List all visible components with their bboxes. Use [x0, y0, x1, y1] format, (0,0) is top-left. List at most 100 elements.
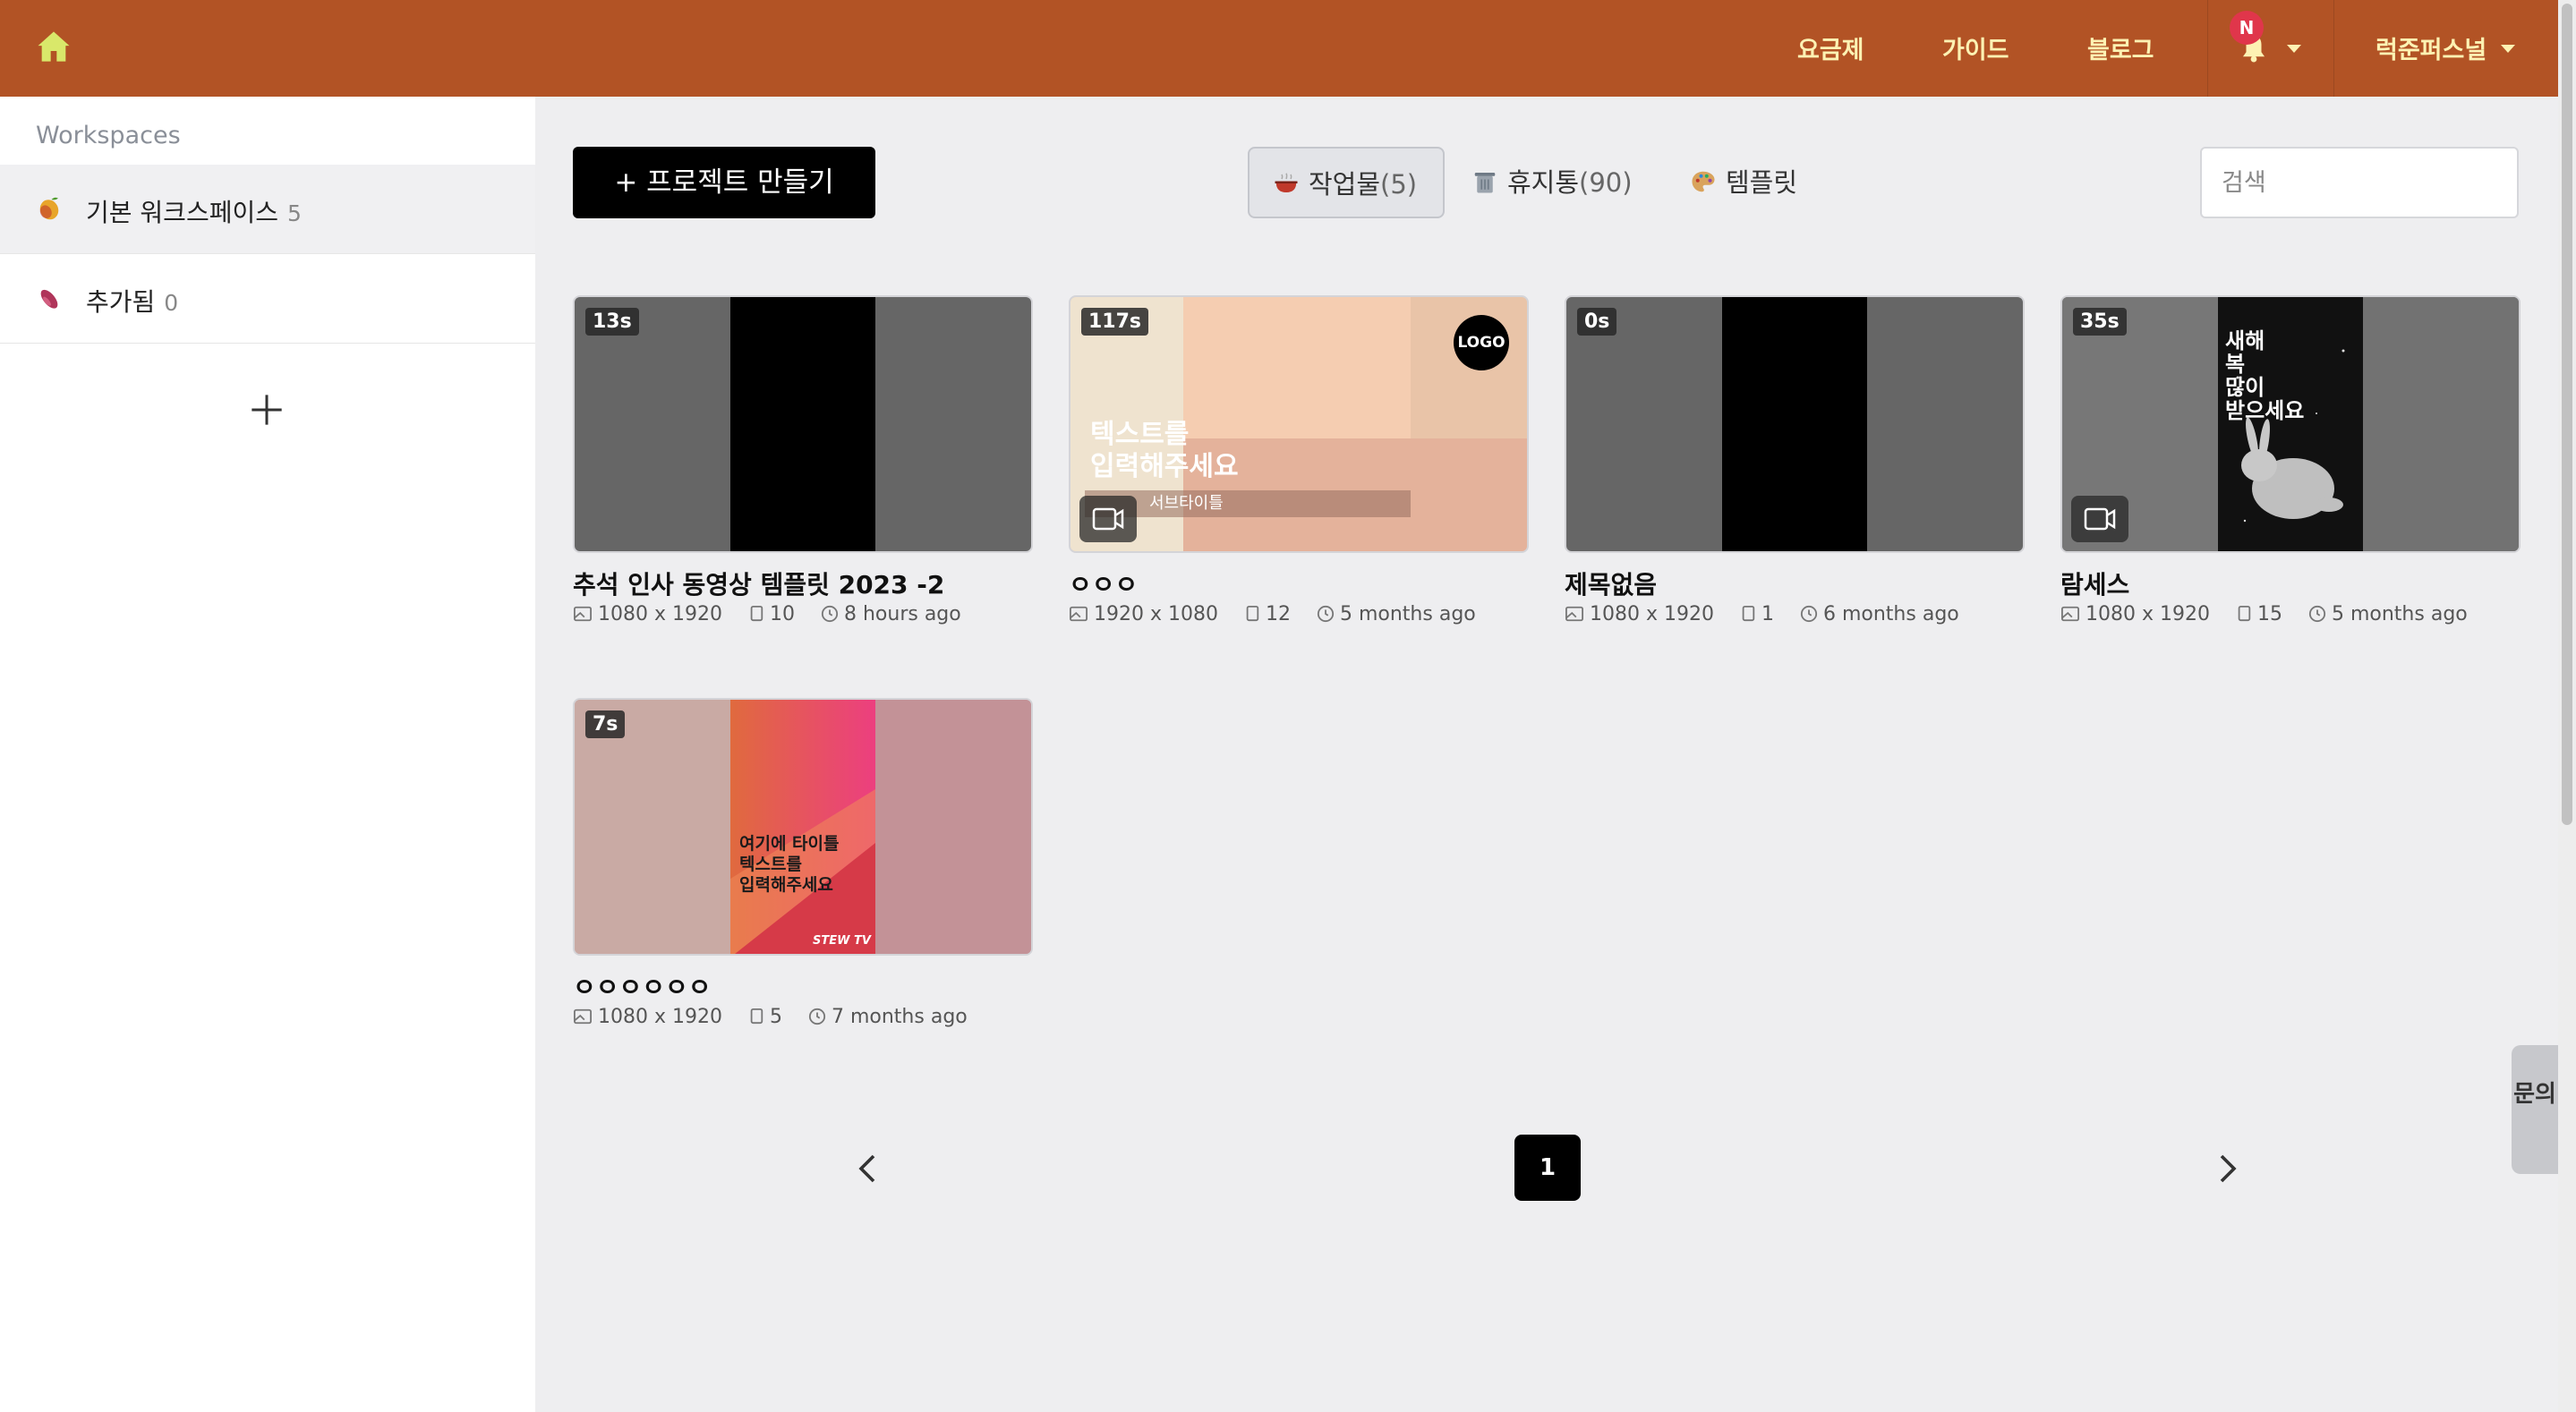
video-icon — [1079, 496, 1137, 542]
project-time: 5 months ago — [2331, 603, 2468, 625]
chevron-down-icon — [2287, 45, 2301, 53]
scrollbar[interactable] — [2558, 0, 2576, 1412]
project-card[interactable]: 새해 복 많이 받으세요 35s 람세스 1080 x 1920 15 5 mo… — [2060, 295, 2521, 625]
chevron-down-icon[interactable] — [2501, 45, 2515, 53]
add-workspace-icon[interactable] — [249, 392, 285, 428]
thumbnail-text: 여기에 타이틀 텍스트를 입력해주세요 — [739, 834, 840, 895]
project-time: 6 months ago — [1822, 603, 1959, 625]
home-icon[interactable] — [36, 29, 72, 64]
project-pages: 5 — [769, 1006, 782, 1028]
project-thumbnail[interactable]: 텍스트를 입력해주세요 서브타이틀 LOGO 117s — [1069, 295, 1529, 553]
duration-badge: 7s — [585, 710, 626, 738]
search-input[interactable] — [2200, 147, 2519, 218]
project-size: 1080 x 1920 — [1590, 603, 1714, 625]
project-size: 1080 x 1920 — [598, 1006, 722, 1028]
project-card[interactable]: 13s 추석 인사 동영상 템플릿 2023 -2 1080 x 1920 10… — [573, 295, 1033, 625]
pages-icon — [1246, 606, 1259, 622]
duration-badge: 13s — [585, 308, 639, 336]
project-card[interactable]: 텍스트를 입력해주세요 서브타이틀 LOGO 117s ㅇㅇㅇ 1920 x 1… — [1069, 295, 1529, 625]
project-meta: 1920 x 1080 12 5 months ago — [1069, 603, 1529, 625]
project-meta: 1080 x 1920 10 8 hours ago — [573, 603, 1033, 625]
project-meta: 1080 x 1920 1 6 months ago — [1565, 603, 2025, 625]
workspace-label: 기본 워크스페이스 — [86, 198, 278, 227]
project-thumbnail[interactable]: 여기에 타이틀 텍스트를 입력해주세요 STEW TV 7s — [573, 698, 1033, 956]
tab-count: (90) — [1579, 167, 1633, 198]
page-number-current[interactable]: 1 — [1514, 1135, 1581, 1201]
create-project-button[interactable]: + 프로젝트 만들기 — [573, 147, 875, 218]
project-card[interactable]: 여기에 타이틀 텍스트를 입력해주세요 STEW TV 7s ㅇㅇㅇㅇㅇㅇ 10… — [573, 698, 1033, 1028]
project-title[interactable]: 제목없음 — [1565, 566, 2025, 600]
mango-icon — [39, 197, 59, 220]
thumbnail-text: 텍스트를 입력해주세요 — [1090, 419, 1239, 482]
stew-pot-icon — [1275, 173, 1298, 192]
top-nav-bar: 요금제 가이드 블로그 N 럭준퍼스널 — [0, 0, 2558, 97]
project-size: 1920 x 1080 — [1094, 603, 1218, 625]
clock-icon — [2308, 605, 2326, 623]
project-meta: 1080 x 1920 15 5 months ago — [2060, 603, 2521, 625]
sweet-potato-icon — [40, 289, 58, 309]
clock-icon — [1800, 605, 1818, 623]
image-size-icon — [574, 606, 592, 622]
duration-badge: 35s — [2073, 308, 2127, 336]
chevron-right-icon[interactable] — [2214, 1154, 2239, 1183]
project-meta: 1080 x 1920 5 7 months ago — [573, 1006, 1033, 1028]
thumbnail-graphic — [730, 700, 875, 954]
image-size-icon — [1565, 606, 1583, 622]
palette-icon — [1692, 171, 1715, 192]
tab-label: 작업물 — [1309, 169, 1381, 200]
chevron-left-icon[interactable] — [856, 1154, 881, 1183]
project-time: 7 months ago — [831, 1006, 968, 1028]
video-icon — [2071, 496, 2128, 542]
clock-icon — [808, 1008, 826, 1025]
project-title[interactable]: ㅇㅇㅇㅇㅇㅇ — [573, 968, 1033, 1002]
nav-link-blog[interactable]: 블로그 — [2087, 30, 2154, 65]
project-thumbnail[interactable]: 13s — [573, 295, 1033, 553]
sidebar: Workspaces 기본 워크스페이스 5 추가됨 0 — [0, 97, 535, 1412]
pages-icon — [750, 1008, 763, 1025]
project-pages: 12 — [1265, 603, 1291, 625]
tab-trash[interactable]: 휴지통(90) — [1471, 147, 1633, 218]
duration-badge: 0s — [1577, 308, 1617, 336]
tab-label: 휴지통 — [1507, 167, 1580, 198]
project-time: 8 hours ago — [843, 603, 961, 625]
pages-icon — [750, 606, 763, 622]
image-size-icon — [574, 1008, 592, 1025]
notification-menu[interactable]: N — [2207, 0, 2334, 97]
thumbnail-subtitle: STEW TV — [813, 934, 871, 948]
tab-templates[interactable]: 템플릿 — [1690, 147, 1797, 218]
scrollbar-thumb[interactable] — [2562, 4, 2572, 825]
project-thumbnail[interactable]: 0s — [1565, 295, 2025, 553]
project-card[interactable]: 0s 제목없음 1080 x 1920 1 6 months ago — [1565, 295, 2025, 625]
notification-badge: N — [2230, 11, 2264, 45]
logo-badge: LOGO — [1454, 315, 1509, 370]
image-size-icon — [2061, 606, 2079, 622]
workspace-label: 추가됨 — [86, 287, 156, 317]
tab-count: (5) — [1380, 169, 1418, 200]
workspace-item-added[interactable]: 추가됨 0 — [0, 254, 535, 344]
nav-link-pricing[interactable]: 요금제 — [1797, 30, 1864, 65]
workspace-count: 5 — [286, 200, 302, 226]
clock-icon — [821, 605, 839, 623]
pages-icon — [2238, 606, 2251, 622]
pages-icon — [1742, 606, 1755, 622]
user-menu[interactable]: 럭준퍼스널 — [2376, 30, 2486, 65]
workspace-item-default[interactable]: 기본 워크스페이스 5 — [0, 165, 535, 254]
project-pages: 10 — [769, 603, 795, 625]
trash-icon — [1474, 173, 1496, 193]
project-pages: 15 — [2256, 603, 2282, 625]
project-pages: 1 — [1761, 603, 1774, 625]
clock-icon — [1317, 605, 1335, 623]
project-time: 5 months ago — [1339, 603, 1476, 625]
duration-badge: 117s — [1081, 308, 1149, 336]
nav-link-guide[interactable]: 가이드 — [1942, 30, 2009, 65]
project-title[interactable]: ㅇㅇㅇ — [1069, 566, 1529, 600]
sidebar-title: Workspaces — [36, 122, 181, 149]
project-title[interactable]: 람세스 — [2060, 566, 2521, 600]
tab-works[interactable]: 작업물(5) — [1248, 147, 1445, 218]
project-title[interactable]: 추석 인사 동영상 템플릿 2023 -2 — [573, 566, 1033, 600]
inquiry-button[interactable]: 문의 — [2512, 1045, 2558, 1174]
tab-label: 템플릿 — [1726, 167, 1798, 198]
workspace-count: 0 — [164, 290, 179, 316]
project-thumbnail[interactable]: 새해 복 많이 받으세요 35s — [2060, 295, 2521, 553]
project-size: 1080 x 1920 — [598, 603, 722, 625]
